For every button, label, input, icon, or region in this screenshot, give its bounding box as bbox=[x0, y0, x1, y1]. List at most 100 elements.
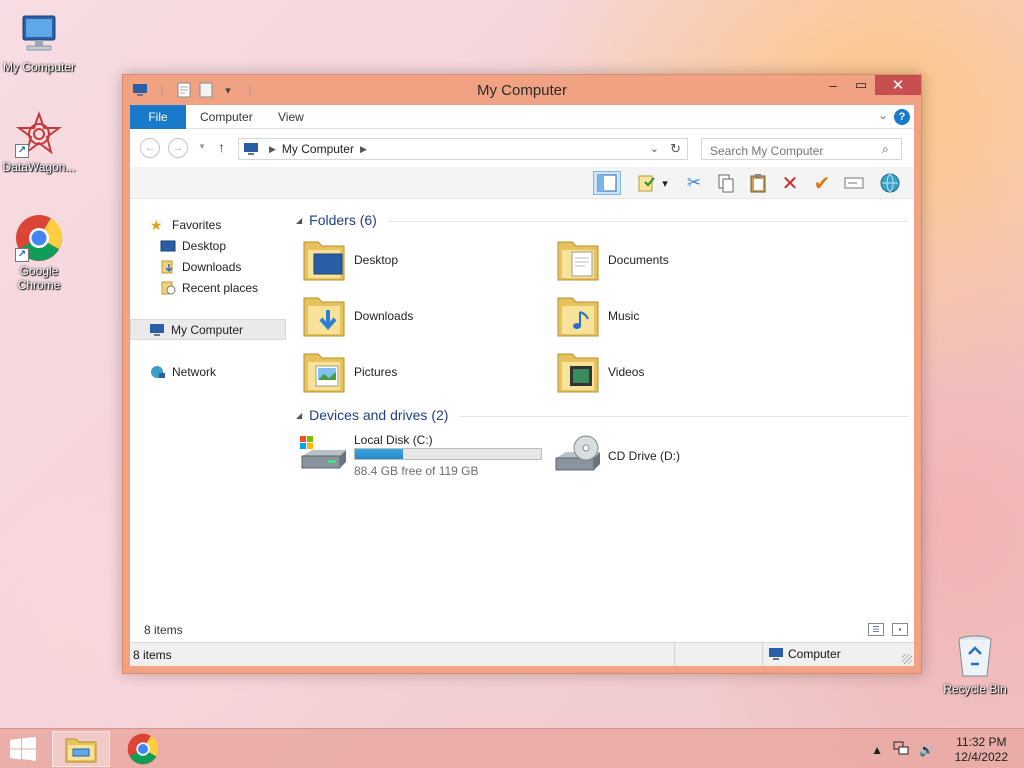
delete-icon[interactable]: ✕ bbox=[776, 171, 804, 195]
music-folder-icon bbox=[557, 297, 599, 337]
search-icon[interactable]: ⌕ bbox=[882, 142, 889, 157]
downloads-folder-icon bbox=[303, 297, 345, 337]
address-dropdown-icon[interactable]: ⌄ bbox=[650, 142, 659, 155]
network-icon bbox=[151, 366, 165, 378]
help-icon[interactable]: ? bbox=[894, 109, 910, 125]
folder-tile-documents[interactable]: Documents bbox=[544, 236, 784, 286]
nav-downloads[interactable]: Downloads bbox=[130, 257, 286, 278]
my-computer-icon bbox=[15, 10, 63, 58]
collapse-triangle-icon[interactable]: ◢ bbox=[296, 411, 302, 420]
address-bar[interactable]: ▶ My Computer ▶ ⌄ ↻ bbox=[238, 138, 688, 160]
cut-icon[interactable]: ✂ bbox=[680, 171, 708, 195]
details-item-count: 8 items bbox=[144, 623, 183, 637]
taskbar-google-chrome[interactable] bbox=[114, 731, 172, 767]
nav-favorites-label: Favorites bbox=[172, 218, 222, 232]
tab-file[interactable]: File bbox=[130, 105, 186, 129]
folders-group-header[interactable]: ◢ Folders (6) bbox=[296, 212, 377, 228]
back-button[interactable]: ← bbox=[140, 138, 160, 158]
desktop-icon-datawagon[interactable]: ↗ DataWagon... bbox=[0, 110, 78, 174]
clock-date: 12/4/2022 bbox=[954, 750, 1008, 764]
desktop-icon-label: My Computer bbox=[2, 60, 76, 74]
desktop-icon bbox=[160, 240, 176, 252]
drive-tile-local-disk-c[interactable]: Local Disk (C:) 88.4 GB free of 119 GB bbox=[290, 432, 550, 482]
maximize-button[interactable]: ▭ bbox=[847, 75, 875, 95]
properties-dropdown-icon[interactable]: ▾ bbox=[658, 171, 672, 195]
start-button[interactable] bbox=[8, 737, 38, 761]
downloads-icon bbox=[161, 260, 173, 274]
network-tray-icon[interactable] bbox=[893, 741, 909, 758]
folder-tile-pictures[interactable]: Pictures bbox=[290, 348, 530, 398]
desktop-icon-google-chrome[interactable]: ↗ Google Chrome bbox=[0, 214, 78, 292]
folder-label: Desktop bbox=[354, 253, 399, 267]
navigation-bar: ← → ▼ ↑ ▶ My Computer ▶ ⌄ ↻ ⌕ bbox=[130, 129, 914, 167]
paste-icon[interactable] bbox=[744, 171, 772, 195]
collapse-triangle-icon[interactable]: ◢ bbox=[296, 216, 302, 225]
breadcrumb-chevron-icon[interactable]: ▶ bbox=[360, 144, 367, 155]
status-item-count: 8 items bbox=[133, 648, 172, 662]
close-button[interactable]: ✕ bbox=[875, 75, 921, 95]
nav-recent-places[interactable]: Recent places bbox=[130, 278, 286, 299]
details-view-icon[interactable]: ☰ bbox=[868, 623, 884, 636]
folder-label: Music bbox=[608, 309, 640, 323]
status-divider bbox=[674, 643, 675, 666]
title-bar[interactable]: | ▾ | My Computer – ▭ ✕ bbox=[123, 75, 921, 105]
tab-view[interactable]: View bbox=[264, 105, 318, 129]
nav-my-computer-label: My Computer bbox=[171, 323, 244, 337]
folder-tile-desktop[interactable]: Desktop bbox=[290, 236, 530, 286]
recent-locations-dropdown-icon[interactable]: ▼ bbox=[198, 142, 206, 151]
breadcrumb-my-computer[interactable]: My Computer bbox=[282, 142, 354, 156]
desktop-icon-recycle-bin[interactable]: Recycle Bin bbox=[936, 632, 1014, 696]
up-button[interactable]: ↑ bbox=[218, 139, 225, 155]
documents-folder-icon bbox=[557, 241, 599, 281]
drive-usage-bar bbox=[354, 448, 542, 460]
copy-icon[interactable] bbox=[712, 171, 740, 195]
resize-grip[interactable] bbox=[902, 654, 912, 664]
forward-button[interactable]: → bbox=[168, 138, 188, 158]
group-divider bbox=[388, 221, 908, 222]
folder-label: Documents bbox=[608, 253, 669, 267]
refresh-icon[interactable]: ↻ bbox=[670, 141, 681, 157]
rename-checkmark-icon[interactable]: ✔ bbox=[808, 171, 836, 195]
show-hidden-icons-icon[interactable]: ▲ bbox=[871, 743, 883, 757]
status-bar: 8 items Computer bbox=[130, 642, 914, 666]
nav-favorites[interactable]: ★ Favorites bbox=[130, 215, 286, 236]
chrome-icon: ↗ bbox=[15, 214, 63, 262]
tab-computer[interactable]: Computer bbox=[186, 105, 267, 129]
chrome-icon bbox=[127, 733, 159, 765]
drive-usage-fill bbox=[355, 449, 403, 459]
rename-icon[interactable] bbox=[840, 171, 868, 195]
desktop-icon-my-computer[interactable]: My Computer bbox=[0, 10, 78, 74]
nav-desktop-label: Desktop bbox=[182, 239, 227, 253]
folder-tile-downloads[interactable]: Downloads bbox=[290, 292, 530, 342]
status-divider bbox=[762, 643, 763, 666]
nav-network-label: Network bbox=[172, 365, 217, 379]
cd-drive-icon bbox=[555, 435, 600, 471]
search-input[interactable] bbox=[701, 138, 902, 160]
devices-group-header[interactable]: ◢ Devices and drives (2) bbox=[296, 407, 448, 423]
drive-free-space: 88.4 GB free of 119 GB bbox=[354, 464, 479, 478]
large-icons-view-icon[interactable]: ▪ bbox=[892, 623, 908, 636]
taskbar-clock[interactable]: 11:32 PM 12/4/2022 bbox=[955, 735, 1008, 765]
breadcrumb-chevron-icon[interactable]: ▶ bbox=[269, 144, 276, 155]
status-location-label: Computer bbox=[788, 647, 841, 661]
drive-tile-cd-drive-d[interactable]: CD Drive (D:) bbox=[544, 432, 784, 482]
volume-icon[interactable]: 🔊 bbox=[919, 743, 934, 757]
pictures-folder-icon bbox=[303, 353, 345, 393]
taskbar-file-explorer[interactable] bbox=[52, 731, 110, 767]
ribbon-expand-icon[interactable]: ⌄ bbox=[878, 108, 888, 122]
folder-tile-videos[interactable]: Videos bbox=[544, 348, 784, 398]
folder-tile-music[interactable]: Music bbox=[544, 292, 784, 342]
preview-pane-button[interactable] bbox=[593, 171, 621, 195]
taskbar: ▲ 🔊 11:32 PM 12/4/2022 bbox=[0, 728, 1024, 768]
network-globe-icon[interactable] bbox=[876, 171, 904, 195]
content-area: ◢ Folders (6) Desktop Documents Download… bbox=[290, 199, 914, 618]
ribbon-tabs: File Computer View ⌄ ? bbox=[130, 105, 914, 129]
nav-my-computer[interactable]: My Computer bbox=[130, 319, 286, 340]
nav-recent-places-label: Recent places bbox=[182, 281, 259, 295]
nav-desktop[interactable]: Desktop bbox=[130, 236, 286, 257]
window-controls: – ▭ ✕ bbox=[819, 75, 921, 95]
shortcut-arrow-icon: ↗ bbox=[15, 144, 29, 158]
minimize-button[interactable]: – bbox=[819, 75, 847, 95]
nav-network[interactable]: Network bbox=[130, 362, 286, 383]
properties-toolbar-icon[interactable] bbox=[633, 171, 661, 195]
